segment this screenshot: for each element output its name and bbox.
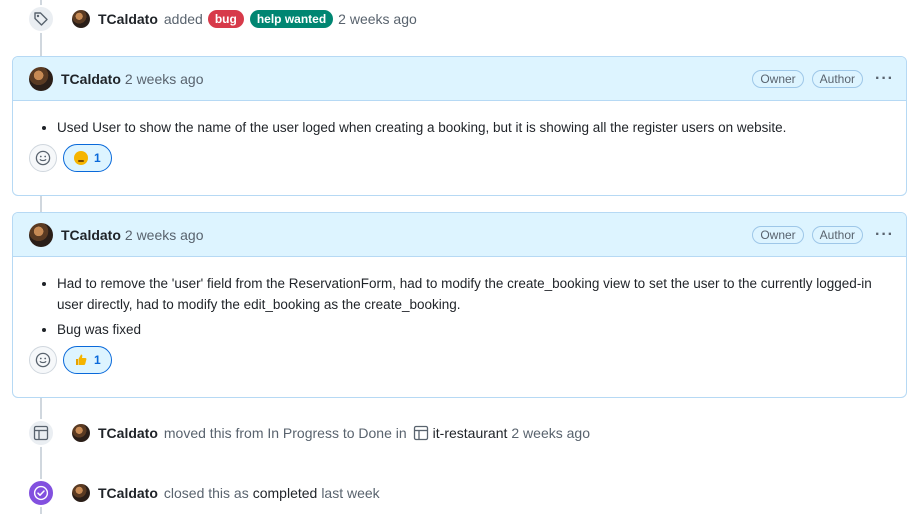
list-item: Used User to show the name of the user l… xyxy=(57,117,890,138)
list-item: Bug was fixed xyxy=(57,319,890,340)
project-link[interactable]: it-restaurant xyxy=(433,425,508,441)
event-time[interactable]: last week xyxy=(321,485,379,501)
reaction-count: 1 xyxy=(94,151,101,165)
list-item: Had to remove the 'user' field from the … xyxy=(57,273,890,315)
reactions-bar: 1 xyxy=(29,144,890,172)
avatar[interactable] xyxy=(72,484,90,502)
event-time[interactable]: 2 weeks ago xyxy=(511,425,590,441)
check-circle-icon xyxy=(33,485,49,501)
label-event-badge xyxy=(27,5,55,33)
comment-list: Used User to show the name of the user l… xyxy=(29,117,890,138)
avatar[interactable] xyxy=(29,222,53,247)
thumbs-up-emoji-icon xyxy=(76,354,87,365)
owner-badge: Owner xyxy=(752,69,804,88)
comment-list: Had to remove the 'user' field from the … xyxy=(29,273,890,340)
timeline-line xyxy=(40,196,42,212)
event-actor[interactable]: TCaldato xyxy=(98,11,158,27)
add-reaction-button[interactable] xyxy=(29,144,57,172)
reactions-bar: 1 xyxy=(29,346,890,374)
reaction-confused-button[interactable]: 1 xyxy=(63,144,112,172)
kebab-horizontal-icon[interactable]: ··· xyxy=(875,70,894,88)
smiley-icon xyxy=(35,150,51,166)
smiley-icon xyxy=(35,352,51,368)
closed-event: TCaldato closed this as completed last w… xyxy=(72,479,380,507)
event-text: closed this as xyxy=(163,485,249,501)
avatar[interactable] xyxy=(72,424,90,442)
label-event: TCaldato added bug help wanted 2 weeks a… xyxy=(72,5,417,33)
event-actor[interactable]: TCaldato xyxy=(98,425,158,441)
reaction-thumbs-up-button[interactable]: 1 xyxy=(63,346,112,374)
comment-card: TCaldato 2 weeks ago Owner Author ··· Ha… xyxy=(12,212,907,398)
table-icon xyxy=(413,425,428,441)
comment-author[interactable]: TCaldato xyxy=(61,227,121,243)
comment-body: Used User to show the name of the user l… xyxy=(13,101,906,184)
author-badge: Author xyxy=(811,69,864,88)
reaction-count: 1 xyxy=(94,353,101,367)
tag-icon xyxy=(34,12,48,26)
project-move-event: TCaldato moved this from In Progress to … xyxy=(72,419,590,447)
label-help-wanted[interactable]: help wanted xyxy=(249,10,334,28)
avatar[interactable] xyxy=(72,10,90,28)
comment-time[interactable]: 2 weeks ago xyxy=(125,227,204,243)
confused-emoji-icon xyxy=(74,151,88,165)
close-state: completed xyxy=(252,485,318,501)
label-bug[interactable]: bug xyxy=(207,10,244,28)
project-event-badge xyxy=(27,419,55,447)
kebab-horizontal-icon[interactable]: ··· xyxy=(875,226,894,244)
add-reaction-button[interactable] xyxy=(29,346,57,374)
comment-author[interactable]: TCaldato xyxy=(61,71,121,87)
event-verb: added xyxy=(163,11,203,27)
comment-header: TCaldato 2 weeks ago Owner Author ··· xyxy=(13,213,906,257)
comment-header: TCaldato 2 weeks ago Owner Author ··· xyxy=(13,57,906,101)
closed-event-badge xyxy=(27,479,55,507)
owner-badge: Owner xyxy=(752,225,804,244)
table-icon xyxy=(33,425,49,441)
comment-card: TCaldato 2 weeks ago Owner Author ··· Us… xyxy=(12,56,907,196)
event-time[interactable]: 2 weeks ago xyxy=(338,11,417,27)
event-actor[interactable]: TCaldato xyxy=(98,485,158,501)
avatar[interactable] xyxy=(29,66,53,91)
author-badge: Author xyxy=(811,225,864,244)
comment-time[interactable]: 2 weeks ago xyxy=(125,71,204,87)
event-text: moved this from In Progress to Done in xyxy=(163,425,407,441)
comment-body: Had to remove the 'user' field from the … xyxy=(13,257,906,386)
